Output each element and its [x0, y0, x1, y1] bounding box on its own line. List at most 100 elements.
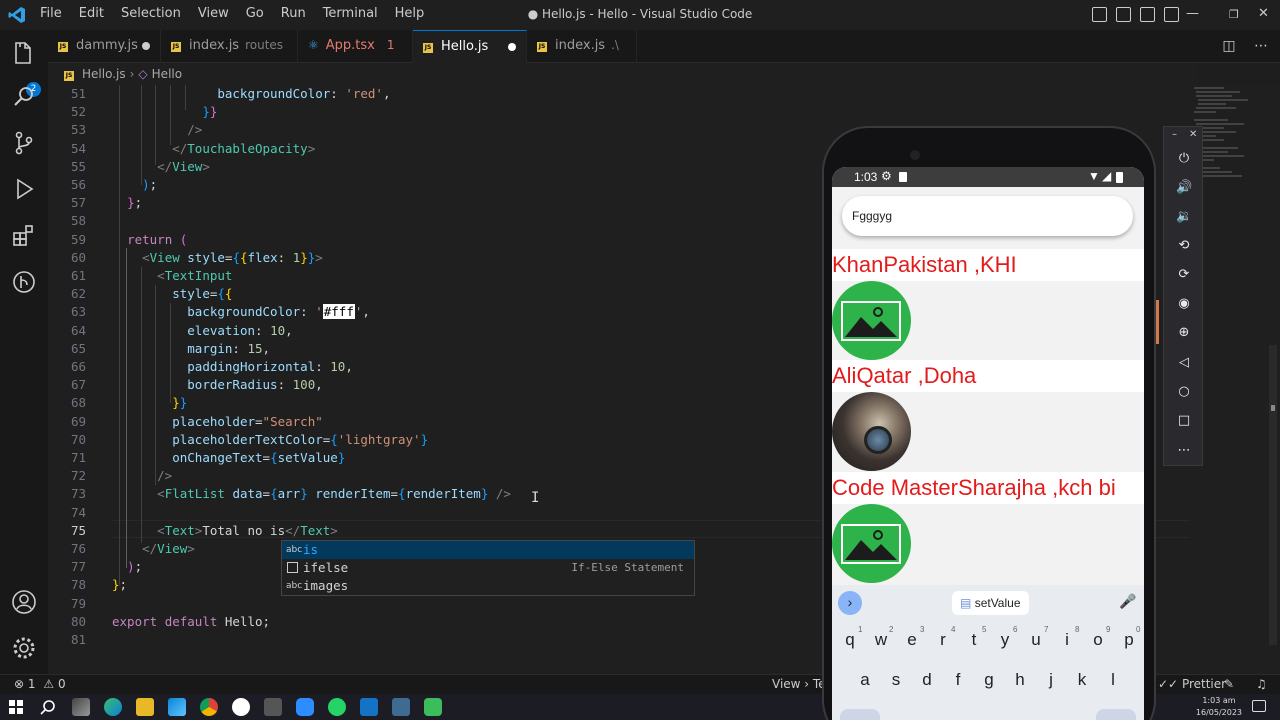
- unsaved-dot-icon[interactable]: [508, 43, 516, 51]
- rotate-right-icon[interactable]: ⟳: [1176, 267, 1192, 283]
- keyboard-expand-button[interactable]: ›: [838, 591, 862, 615]
- key-a[interactable]: a: [852, 665, 878, 695]
- status-time: 1:03: [854, 170, 878, 184]
- volume-up-icon[interactable]: 🔊: [1176, 180, 1192, 196]
- explorer-icon[interactable]: [10, 39, 38, 67]
- key-l[interactable]: l: [1100, 665, 1126, 695]
- placeholder-image-icon: [832, 504, 911, 583]
- rotate-left-icon[interactable]: ⟲: [1176, 238, 1192, 254]
- backspace-key[interactable]: [1096, 709, 1136, 720]
- extensions-icon[interactable]: [10, 222, 38, 250]
- emulator-close-button[interactable]: ✕: [1189, 129, 1197, 140]
- volume-down-icon[interactable]: 🔉: [1176, 209, 1192, 225]
- toggle-secondary-sidebar-icon[interactable]: [1140, 7, 1155, 22]
- windows-start-icon[interactable]: [9, 700, 23, 714]
- problems-indicator[interactable]: ⊗ 1 ⚠ 0: [14, 677, 66, 691]
- source-control-icon[interactable]: [10, 129, 38, 157]
- run-debug-icon[interactable]: [10, 175, 38, 203]
- taskbar-clock[interactable]: 1:03 am 16/05/2023: [1196, 695, 1242, 719]
- android-studio-icon[interactable]: [392, 698, 410, 716]
- key-d[interactable]: d: [914, 665, 940, 695]
- notification-center-icon[interactable]: [1252, 700, 1266, 712]
- tab-dammy-js[interactable]: JS dammy.js: [48, 30, 161, 63]
- suggestion-item[interactable]: abc images: [282, 577, 694, 595]
- copilot-icon[interactable]: ✎: [1224, 677, 1234, 691]
- customize-layout-icon[interactable]: [1164, 7, 1179, 22]
- javascript-file-icon: JS: [537, 42, 547, 52]
- scroll-position-marker: [1271, 405, 1275, 411]
- chrome-icon[interactable]: [200, 698, 218, 716]
- microphone-icon[interactable]: 🎤: [1119, 593, 1136, 610]
- toggle-panel-icon[interactable]: [1116, 7, 1131, 22]
- key-g[interactable]: g: [976, 665, 1002, 695]
- close-window-button[interactable]: ✕: [1258, 6, 1269, 21]
- search-text-input[interactable]: Fgggyg: [842, 196, 1133, 236]
- overview-square-icon[interactable]: □: [1176, 413, 1192, 429]
- prettier-status[interactable]: ✓✓ Prettier: [1158, 677, 1226, 691]
- keyboard-suggestion-chip[interactable]: ▤ setValue: [952, 591, 1029, 615]
- suggestion-item[interactable]: ifelse If-Else Statement: [282, 559, 694, 577]
- more-actions-icon[interactable]: ⋯: [1254, 38, 1268, 54]
- split-editor-icon[interactable]: ◫: [1222, 38, 1235, 54]
- key-f[interactable]: f: [945, 665, 971, 695]
- power-icon[interactable]: ⏻: [1176, 151, 1192, 167]
- tab-index-js-root[interactable]: JS index.js .\: [527, 30, 637, 63]
- status-language-text[interactable]: View › Te: [772, 677, 826, 691]
- emulator-resize-accent: [1156, 300, 1159, 344]
- breadcrumb-symbol[interactable]: Hello: [152, 67, 182, 81]
- store-icon[interactable]: [168, 698, 186, 716]
- key-s[interactable]: s: [883, 665, 909, 695]
- github-desktop-icon[interactable]: [232, 698, 250, 716]
- lens-photo-image: [832, 392, 911, 471]
- whatsapp-icon[interactable]: [328, 698, 346, 716]
- vscode-taskbar-icon[interactable]: [360, 698, 378, 716]
- front-camera-icon: [910, 150, 920, 160]
- editor-actions: ◫ ⋯: [1222, 38, 1268, 54]
- warning-icon: ⚠: [43, 677, 55, 691]
- breadcrumb-file[interactable]: Hello.js: [82, 67, 126, 81]
- android-emulator-screen[interactable]: 1:03 ⚙ ▼ ◢ Fgggyg KhanPakistan ,KHI AliQ…: [832, 167, 1144, 720]
- suggestion-item[interactable]: abc is: [282, 541, 694, 559]
- home-circle-icon[interactable]: ○: [1176, 384, 1192, 400]
- app-icon[interactable]: [264, 698, 282, 716]
- tab-description: routes: [245, 38, 284, 52]
- tab-label: dammy.js: [76, 38, 138, 53]
- snippet-icon: [287, 562, 298, 573]
- back-triangle-icon[interactable]: ◁: [1176, 355, 1192, 371]
- tab-hello-js[interactable]: JS Hello.js: [413, 30, 527, 63]
- unsaved-dot-icon[interactable]: [142, 42, 150, 50]
- screenshot-camera-icon[interactable]: ◉: [1176, 296, 1192, 312]
- search-icon[interactable]: [10, 83, 38, 111]
- toggle-primary-sidebar-icon[interactable]: [1092, 7, 1107, 22]
- javascript-file-icon: JS: [423, 43, 433, 53]
- task-view-icon[interactable]: [72, 698, 90, 716]
- vertical-scrollbar[interactable]: [1266, 85, 1280, 674]
- accounts-icon[interactable]: [10, 588, 38, 616]
- tab-app-tsx[interactable]: ⚛ App.tsx 1: [298, 30, 413, 63]
- minimize-button[interactable]: —: [1186, 6, 1199, 21]
- zoom-icon[interactable]: ⊕: [1176, 325, 1192, 341]
- node-icon[interactable]: [424, 698, 442, 716]
- key-k[interactable]: k: [1069, 665, 1095, 695]
- zoom-icon[interactable]: [296, 698, 314, 716]
- taskbar-search-icon[interactable]: [40, 699, 56, 715]
- javascript-file-icon: JS: [58, 42, 68, 52]
- gitlens-icon[interactable]: [10, 268, 38, 296]
- shift-key[interactable]: [840, 709, 880, 720]
- tab-index-js-routes[interactable]: JS index.js routes: [161, 30, 298, 63]
- activity-bar: 2: [0, 30, 48, 674]
- more-options-icon[interactable]: ⋯: [1176, 443, 1192, 459]
- edge-browser-icon[interactable]: [104, 698, 122, 716]
- file-explorer-icon[interactable]: [136, 698, 154, 716]
- restore-button[interactable]: ❐: [1229, 8, 1239, 21]
- signal-icon: ◢: [1102, 169, 1112, 183]
- key-j[interactable]: j: [1038, 665, 1064, 695]
- notifications-bell-icon[interactable]: ♫: [1256, 677, 1267, 691]
- remote-indicator-icon[interactable]: [0, 675, 8, 694]
- key-h[interactable]: h: [1007, 665, 1033, 695]
- scrollbar-thumb[interactable]: [1269, 345, 1277, 645]
- error-icon: ⊗: [14, 677, 25, 691]
- double-check-icon: ✓✓: [1158, 677, 1179, 691]
- emulator-minimize-button[interactable]: –: [1172, 129, 1177, 140]
- settings-gear-icon[interactable]: [10, 634, 38, 662]
